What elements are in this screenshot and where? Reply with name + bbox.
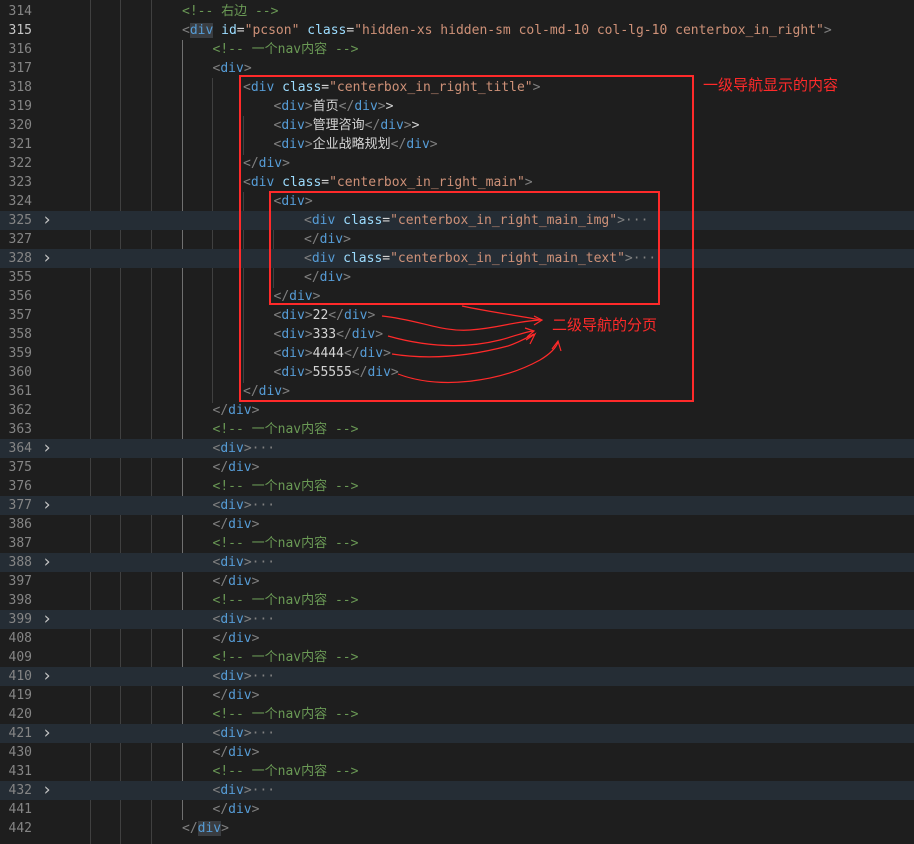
level1-highlight-box — [239, 75, 694, 402]
annotation-arrows — [381, 305, 562, 383]
level2-annotation-label: 二级导航的分页 — [552, 316, 657, 334]
arrow-from-22 — [381, 315, 541, 331]
level1-annotation-label: 一级导航显示的内容 — [703, 76, 838, 94]
annotation-overlay: 一级导航显示的内容 二级导航的分页 — [239, 75, 838, 402]
arrow-from-333 — [387, 330, 534, 347]
level2-highlight-box — [269, 191, 660, 305]
arrow-from-box — [461, 305, 542, 321]
code-editor[interactable]: 314 <!-- 右边 --> 315 <div id="pcson" class="… — [0, 0, 914, 844]
arrow-from-55555 — [397, 341, 559, 383]
